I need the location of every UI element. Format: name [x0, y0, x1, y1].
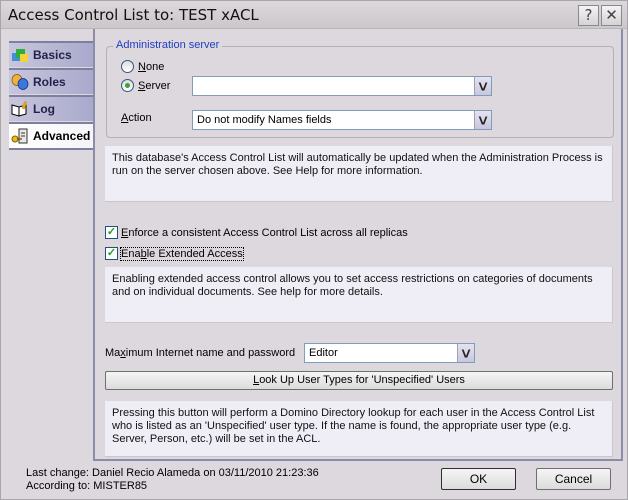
- close-button[interactable]: ✕: [601, 5, 622, 26]
- chevron-down-icon[interactable]: ˅: [474, 77, 491, 96]
- according-to-text: According to: MISTER85: [26, 480, 148, 492]
- max-internet-label: Maximum Internet name and password: [105, 347, 296, 359]
- acl-dialog: Access Control List to: TEST xACL ? ✕ Ba…: [0, 0, 628, 500]
- tab-label: Advanced: [33, 129, 91, 143]
- tab-label: Basics: [33, 48, 72, 62]
- enable-extended-access-checkbox[interactable]: ✓ Enable Extended Access: [105, 246, 244, 261]
- enforce-consistent-acl-checkbox[interactable]: ✓ Enforce a consistent Access Control Li…: [105, 226, 408, 239]
- check-icon[interactable]: ✓: [105, 247, 118, 260]
- radio-server-label: Server: [138, 79, 171, 92]
- radio-none[interactable]: None: [121, 60, 164, 73]
- radio-none-label: None: [138, 60, 165, 73]
- window-title: Access Control List to: TEST xACL: [8, 6, 259, 24]
- roles-icon: [11, 74, 29, 90]
- last-change-text: Last change: Daniel Recio Alameda on 03/…: [26, 467, 319, 479]
- help-button[interactable]: ?: [578, 5, 599, 26]
- extended-label: Enable Extended Access: [120, 246, 244, 261]
- log-icon: [11, 101, 28, 117]
- check-icon[interactable]: ✓: [105, 226, 118, 239]
- action-label: Action: [121, 112, 152, 124]
- tab-advanced[interactable]: Advanced: [9, 122, 93, 148]
- lookup-info-text: Pressing this button will perform a Domi…: [105, 401, 613, 457]
- action-select-value: Do not modify Names fields: [197, 114, 332, 126]
- tab-label: Log: [33, 102, 55, 116]
- server-select[interactable]: ˅: [192, 76, 492, 96]
- tabs-divider: [9, 148, 93, 150]
- tab-roles[interactable]: Roles: [9, 68, 93, 94]
- action-select[interactable]: Do not modify Names fields ˅: [192, 110, 492, 130]
- advanced-icon: [11, 128, 28, 144]
- chevron-down-icon[interactable]: ˅: [457, 344, 474, 363]
- basics-icon: [12, 49, 28, 62]
- radio-server-button[interactable]: [121, 79, 134, 92]
- radio-none-button[interactable]: [121, 60, 134, 73]
- tab-label: Roles: [33, 75, 66, 89]
- close-icon: ✕: [605, 6, 618, 24]
- tab-basics[interactable]: Basics: [9, 41, 93, 67]
- tab-log[interactable]: Log: [9, 95, 93, 121]
- enforce-label: Enforce a consistent Access Control List…: [121, 226, 408, 239]
- title-bar: Access Control List to: TEST xACL ? ✕: [1, 1, 627, 29]
- tab-list: Basics Roles Log Advanced: [9, 41, 93, 149]
- ok-button[interactable]: OK: [441, 468, 516, 490]
- cancel-button[interactable]: Cancel: [536, 468, 611, 490]
- extended-info-text: Enabling extended access control allows …: [105, 267, 613, 323]
- max-internet-select[interactable]: Editor ˅: [304, 343, 475, 363]
- chevron-down-icon[interactable]: ˅: [474, 111, 491, 130]
- max-internet-select-value: Editor: [309, 347, 338, 359]
- lookup-user-types-button[interactable]: Look Up User Types for 'Unspecified' Use…: [105, 371, 613, 390]
- radio-server[interactable]: Server: [121, 79, 170, 92]
- help-icon: ?: [584, 6, 593, 24]
- admin-server-legend: Administration server: [113, 39, 223, 51]
- admin-info-text: This database's Access Control List will…: [105, 146, 613, 202]
